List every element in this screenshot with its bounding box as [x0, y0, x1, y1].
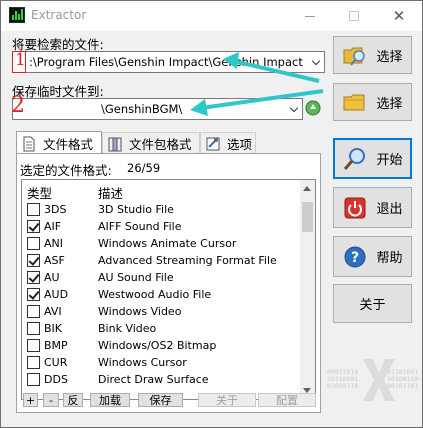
format-desc: Windows Cursor [98, 356, 187, 369]
column-type[interactable]: 类型 [27, 183, 52, 202]
list-item[interactable]: AVI Windows Video [22, 303, 302, 320]
format-checkbox[interactable] [27, 339, 40, 352]
format-checkbox[interactable] [27, 271, 40, 284]
format-desc: AIFF Sound File [98, 220, 182, 233]
tab-options-label: 选项 [227, 137, 253, 152]
annotation-arrows [190, 52, 324, 116]
format-ext: DDS [44, 373, 68, 386]
about-label: 关于 [359, 298, 386, 313]
archive-icon [107, 136, 123, 152]
format-ext: AUD [44, 288, 69, 301]
format-ext: 3DS [44, 203, 67, 216]
list-item[interactable]: 3DS 3D Studio File [22, 201, 302, 218]
list-item[interactable]: AU AU Sound File [22, 269, 302, 286]
format-ext: BIK [44, 322, 63, 335]
format-checkbox[interactable] [27, 237, 40, 250]
exit-button[interactable]: 退出 [333, 187, 412, 228]
format-checkbox[interactable] [27, 305, 40, 318]
format-list[interactable]: 类型 描述 3DS 3D Studio File AIF AIFF Sound Fil… [21, 179, 316, 400]
about-button[interactable]: 关于 [333, 284, 412, 323]
format-desc: Windows Video [98, 305, 182, 318]
format-desc: 3D Studio File [98, 203, 174, 216]
exit-label: 退出 [376, 202, 403, 217]
scroll-up-icon[interactable] [303, 186, 311, 191]
watermark-x-logo [359, 357, 399, 406]
power-icon [342, 195, 368, 221]
format-checkbox[interactable] [27, 203, 40, 216]
save-button[interactable]: 保存 [138, 393, 183, 407]
magnifier-icon [342, 146, 368, 172]
tab-archive-formats-label: 文件包格式 [129, 137, 192, 152]
start-label: 开始 [376, 153, 403, 168]
tab-options[interactable]: 选项 [200, 132, 256, 154]
watermark-bits-left: 00011010 10110001 01000110 [327, 368, 359, 390]
list-header: 类型 描述 [22, 180, 302, 202]
tab-file-formats[interactable]: 文件格式 [16, 131, 102, 155]
list-item[interactable]: DDS Direct Draw Surface [22, 371, 302, 388]
help-label: 帮助 [376, 251, 403, 266]
main-window: Extractor ✕ 将要检索的文件: :\Program Files\Gen… [0, 0, 423, 428]
format-desc: AU Sound File [98, 271, 174, 284]
format-checkbox[interactable] [27, 254, 40, 267]
file-formats-panel: 选定的文件格式: 26/59 类型 描述 3DS 3D Studio File AI… [16, 153, 321, 413]
document-icon [21, 136, 37, 152]
format-checkbox[interactable] [27, 220, 40, 233]
format-desc: Windows Animate Cursor [98, 237, 237, 250]
list-item[interactable]: AIF AIFF Sound File [22, 218, 302, 235]
about-format-button[interactable]: 关于 [198, 393, 256, 407]
options-icon [205, 136, 221, 152]
list-item[interactable]: BIK Bink Video [22, 320, 302, 337]
format-ext: BMP [44, 339, 68, 352]
list-item[interactable]: ANI Windows Animate Cursor [22, 235, 302, 252]
format-ext: ANI [44, 237, 63, 250]
format-desc: Westwood Audio File [98, 288, 212, 301]
config-button[interactable]: 配置 [258, 393, 316, 407]
add-button[interactable]: + [23, 393, 38, 407]
vertical-scrollbar[interactable] [300, 180, 315, 399]
scroll-thumb[interactable] [302, 202, 313, 232]
load-button[interactable]: 加载 [90, 393, 130, 407]
format-desc: Windows/OS2 Bitmap [98, 339, 217, 352]
format-desc: Bink Video [98, 322, 157, 335]
invert-button[interactable]: 反 [63, 393, 83, 407]
help-button[interactable]: ? 帮助 [333, 236, 412, 277]
format-desc: Direct Draw Surface [98, 373, 209, 386]
format-ext: CUR [44, 356, 68, 369]
tab-file-formats-label: 文件格式 [43, 137, 94, 152]
list-item[interactable]: ASF Advanced Streaming Format File [22, 252, 302, 269]
svg-text:?: ? [351, 250, 359, 266]
selected-formats-label: 选定的文件格式: [20, 163, 112, 178]
format-ext: AVI [44, 305, 62, 318]
format-checkbox[interactable] [27, 356, 40, 369]
column-description[interactable]: 描述 [98, 183, 123, 202]
selected-formats-count: 26/59 [127, 161, 161, 175]
format-desc: Advanced Streaming Format File [98, 254, 277, 267]
tab-archive-formats[interactable]: 文件包格式 [102, 132, 200, 154]
format-ext: ASF [44, 254, 65, 267]
list-item[interactable]: AUD Westwood Audio File [22, 286, 302, 303]
format-ext: AU [44, 271, 60, 284]
remove-button[interactable]: - [43, 393, 59, 407]
help-icon: ? [342, 244, 368, 270]
format-checkbox[interactable] [27, 373, 40, 386]
list-item[interactable]: CUR Windows Cursor [22, 354, 302, 371]
start-button[interactable]: 开始 [333, 138, 412, 179]
format-checkbox[interactable] [27, 288, 40, 301]
list-item[interactable]: BMP Windows/OS2 Bitmap [22, 337, 302, 354]
format-ext: AIF [44, 220, 62, 233]
format-checkbox[interactable] [27, 322, 40, 335]
